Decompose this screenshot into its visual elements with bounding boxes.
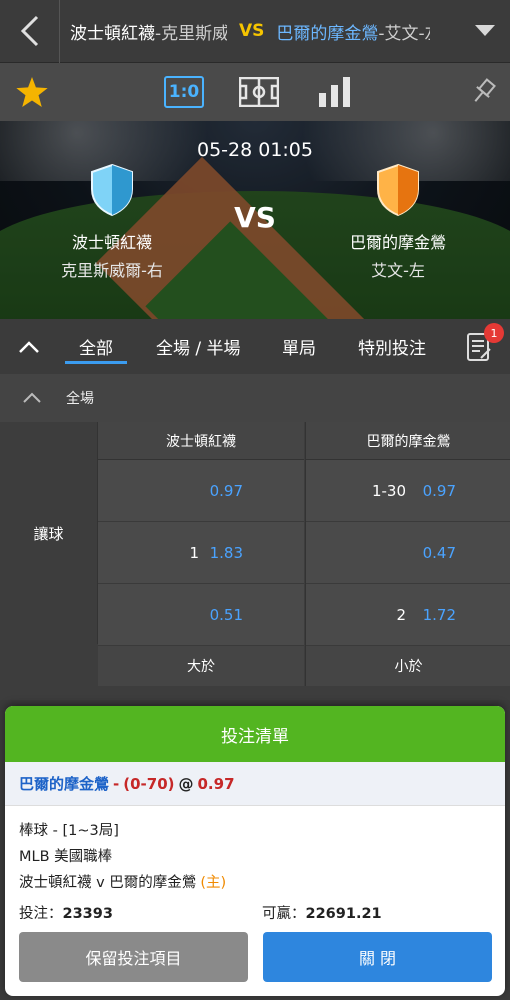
market-tabs: 全部 全場 / 半場 單局 特別投注: [0, 319, 510, 374]
market-label: 讓球: [0, 422, 98, 644]
home-mark: (主): [200, 874, 227, 891]
chevron-up-icon: [23, 392, 41, 403]
odds-line: 1-30: [371, 482, 406, 500]
home-team-block: 波士頓紅襪 克里斯威爾-右: [12, 163, 212, 281]
top-bar: 波士頓紅襪 -克里斯威爾 VS 巴爾的摩金鶯 -艾文-左: [0, 0, 510, 63]
away-team-block: 巴爾的摩金鶯 艾文-左: [298, 163, 498, 281]
tab-all[interactable]: 全部: [79, 319, 113, 374]
caret-down-icon: [475, 25, 495, 36]
odds-price: 1.83: [209, 544, 243, 562]
section-header-full-game[interactable]: 全場: [0, 374, 510, 422]
selection-dash: -: [113, 774, 120, 793]
odds-line: 1: [189, 544, 199, 562]
active-tab-indicator: [65, 361, 127, 364]
matchup-line: 波士頓紅襪 v 巴爾的摩金鶯: [19, 874, 197, 891]
away-team-pitcher: 艾文-左: [371, 261, 425, 280]
match-banner: 05-28 01:05 VS 波士頓紅襪 克里斯威爾-右 巴爾的摩金鶯 艾文-左: [0, 121, 510, 319]
stake-label: 投注：: [19, 906, 63, 922]
chevron-up-icon: [19, 340, 39, 353]
score-label: 1:0: [164, 76, 204, 108]
betslip-panel: 投注清單 巴爾的摩金鶯 - (0-70) @ 0.97 棒球 - [1~3局] …: [5, 706, 505, 996]
stake-value: 23393: [62, 906, 113, 922]
odds-price: 1.72: [422, 606, 456, 624]
toolbar: 1:0: [0, 63, 510, 121]
win-value: 22691.21: [305, 906, 382, 922]
odds-cell[interactable]: 1-30 0.97: [306, 460, 510, 522]
keep-selections-button[interactable]: 保留投注項目: [19, 932, 248, 982]
away-shield-icon: [377, 163, 419, 217]
odds-cell[interactable]: 1 1.83: [98, 522, 304, 584]
under-header: 小於: [306, 646, 510, 686]
home-team-name: 波士頓紅襪: [71, 233, 152, 252]
favorite-button[interactable]: [14, 63, 50, 121]
field-icon: [239, 77, 279, 107]
back-button[interactable]: [0, 0, 60, 63]
field-view-button[interactable]: [238, 63, 280, 121]
away-odds-column: 巴爾的摩金鶯 1-30 0.97 0.47 2 1.72 小於: [305, 422, 510, 686]
odds-cell[interactable]: 2 1.72: [306, 584, 510, 646]
league-line: MLB 美國職棒: [19, 848, 113, 865]
pin-button[interactable]: [466, 63, 500, 121]
home-column-header: 波士頓紅襪: [98, 422, 304, 460]
selection-price: 0.97: [197, 774, 235, 793]
selection-handicap: (0-70): [123, 774, 175, 793]
odds-price: 0.47: [422, 544, 456, 562]
win-amount: 可贏：22691.21: [262, 902, 382, 923]
betslip-amounts: 投注：23393 可贏：22691.21: [19, 902, 491, 926]
match-title: 波士頓紅襪 -克里斯威爾 VS 巴爾的摩金鶯 -艾文-左: [60, 0, 460, 63]
match-datetime: 05-28 01:05: [196, 139, 313, 161]
matchup-row: 波士頓紅襪 v 巴爾的摩金鶯 (主): [19, 868, 491, 894]
selection-team: 巴爾的摩金鶯: [19, 775, 110, 793]
score-button[interactable]: 1:0: [163, 63, 205, 121]
stats-button[interactable]: [315, 63, 355, 121]
header-home-pitcher: -克里斯威爾: [155, 23, 227, 44]
odds-price: 0.97: [422, 482, 456, 500]
over-header: 大於: [98, 646, 304, 686]
tab-full-half[interactable]: 全場 / 半場: [156, 319, 241, 374]
stake-amount: 投注：23393: [19, 902, 113, 923]
star-icon: [16, 77, 48, 107]
header-away-pitcher: -艾文-左: [378, 23, 430, 44]
section-title: 全場: [66, 391, 94, 407]
odds-cell[interactable]: 0.51: [98, 584, 304, 646]
betslip-details: 棒球 - [1~3局] MLB 美國職棒 波士頓紅襪 v 巴爾的摩金鶯 (主): [5, 806, 505, 894]
pin-icon: [474, 78, 496, 102]
betslip-selection: 巴爾的摩金鶯 - (0-70) @ 0.97: [5, 762, 505, 806]
home-team-pitcher: 克里斯威爾-右: [61, 261, 163, 280]
home-shield-icon: [91, 163, 133, 217]
selection-at: @: [178, 774, 194, 793]
betslip-count-badge: 1: [484, 323, 504, 343]
betslip-title: 投注清單: [5, 706, 505, 762]
match-dropdown-button[interactable]: [460, 0, 510, 63]
header-home-team: 波士頓紅襪: [70, 23, 155, 44]
odds-cell[interactable]: 0.47: [306, 522, 510, 584]
bar-chart-icon: [319, 77, 350, 107]
odds-price: 0.51: [209, 606, 243, 624]
tab-innings[interactable]: 單局: [282, 319, 316, 374]
header-vs: VS: [239, 21, 265, 41]
sport-line: 棒球 - [1~3局]: [19, 822, 119, 839]
chevron-left-icon: [20, 15, 38, 47]
header-away-team: 巴爾的摩金鶯: [276, 23, 379, 44]
odds-cell[interactable]: 0.97: [98, 460, 304, 522]
collapse-all-button[interactable]: [18, 319, 48, 374]
close-button[interactable]: 關 閉: [263, 932, 492, 982]
away-team-name: 巴爾的摩金鶯: [349, 233, 446, 252]
away-column-header: 巴爾的摩金鶯: [306, 422, 510, 460]
handicap-market: 讓球 波士頓紅襪 0.97 1 1.83 0.51 大於 巴爾的摩金鶯 1-30…: [0, 422, 510, 700]
odds-price: 0.97: [209, 482, 243, 500]
win-label: 可贏：: [262, 906, 306, 922]
tab-special[interactable]: 特別投注: [358, 319, 426, 374]
home-odds-column: 波士頓紅襪 0.97 1 1.83 0.51 大於: [98, 422, 304, 686]
odds-line: 2: [396, 606, 406, 624]
